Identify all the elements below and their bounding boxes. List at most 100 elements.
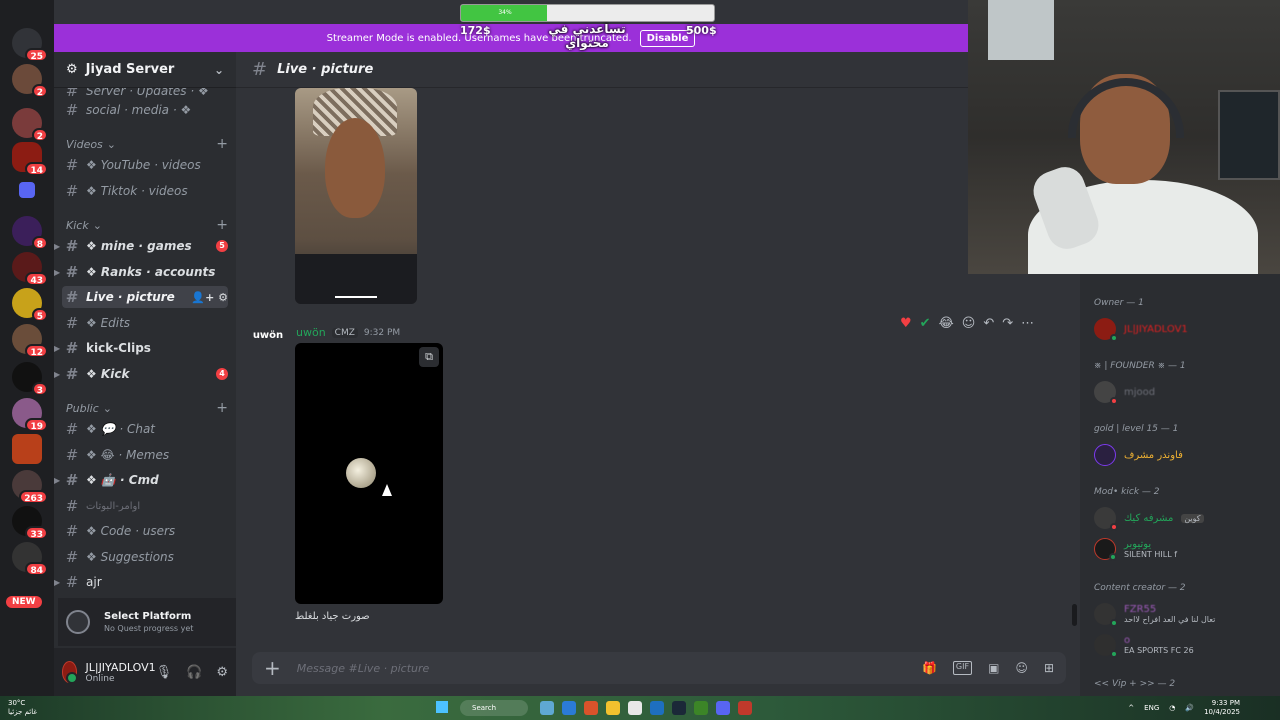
add-channel-icon[interactable]: + [216,136,228,152]
unread-badge: 4 [216,368,228,380]
channel-mine-games[interactable]: ▶ # ❖ mine · games 5 [54,235,228,257]
category-public[interactable]: Public ⌄ + [66,400,228,416]
gift-icon[interactable]: 🎁 [922,661,937,675]
chevron-down-icon: ⌄ [213,62,224,77]
channel-youtube-videos[interactable]: # ❖ YouTube · videos [62,154,228,176]
taskbar-search[interactable]: Search [460,700,528,716]
channel-cmd[interactable]: ▶ # ❖ 🤖 · Cmd [54,469,228,491]
message-image-selfie[interactable] [295,88,417,304]
member-item[interactable]: JL|JIYADLOV1 [1094,318,1188,342]
laugh-reaction-icon[interactable]: 😂 [939,316,954,331]
channel-ranks-accounts[interactable]: ▶ # ❖ Ranks · accounts [54,261,228,283]
server-icon[interactable]: 5 [12,288,48,322]
message-composer: + Message #Live · picture 🎁 GIF ▣ ☺ ⊞ [252,652,1066,684]
check-reaction-icon[interactable]: ✔ [920,316,931,331]
store-icon[interactable] [650,701,664,715]
scrollbar[interactable] [1072,604,1077,626]
member-item[interactable]: FZR55 تعال لنا في العد افراح لااحد [1094,603,1215,627]
member-item[interactable]: mjood [1094,381,1155,405]
microphone-icon[interactable]: 🎙 [156,665,173,680]
server-icon[interactable]: 12 [12,324,48,358]
server-icon[interactable]: 19 [12,398,48,432]
clock[interactable]: 9:33 PM 10/4/2025 [1204,699,1240,717]
expand-icon[interactable]: ⧉ [419,347,439,367]
author-avatar[interactable]: uwön [252,330,284,348]
server-icon[interactable]: 263 [12,470,48,504]
obs-icon[interactable] [738,701,752,715]
hash-icon: # [252,59,268,80]
discord-home-icon[interactable]: 25 [12,28,48,62]
channel-label: kick-Clips [86,341,151,355]
attach-plus-icon[interactable]: + [264,656,281,680]
category-videos[interactable]: Videos ⌄ + [66,136,228,152]
folder-icon[interactable] [19,182,35,198]
add-channel-icon[interactable]: + [216,217,228,233]
author-name[interactable]: uwön [296,326,326,339]
windows-start-icon[interactable] [436,701,448,713]
steam-icon[interactable] [672,701,686,715]
username[interactable]: JL|JIYADLOV1 [85,661,155,674]
channel-memes[interactable]: # ❖ 😂 · Memes [62,444,228,466]
headphones-icon[interactable]: 🎧 [186,665,202,680]
channel-tiktok-videos[interactable]: # ❖ Tiktok · videos [62,180,228,202]
message-input[interactable]: Message #Live · picture [297,662,430,675]
donation-progress-bar: 34% [460,4,715,22]
channel-ajr[interactable]: ▶ # ajr [54,571,228,593]
file-explorer-icon[interactable] [606,701,620,715]
channel-code-users[interactable]: # ❖ Code · users [62,520,228,542]
forward-icon[interactable]: ↷ [1002,316,1013,331]
add-reaction-icon[interactable]: ☺ [962,316,976,331]
server-icon[interactable]: 2 [12,108,48,142]
channel-bot-commands[interactable]: # اوامر-البوتات [62,495,228,517]
server-icon[interactable] [12,434,42,464]
wifi-icon[interactable]: ◔ [1169,704,1175,712]
brave-icon[interactable] [584,701,598,715]
server-icon[interactable]: 3 [12,362,48,396]
server-header[interactable]: ⚙ Jiyad Server ⌄ [54,52,236,88]
server-icon[interactable]: 33 [12,506,48,540]
server-icon[interactable]: 84 [12,542,48,576]
widgets-icon[interactable] [540,701,554,715]
channel-live-picture[interactable]: # Live · picture 👤+ ⚙ [62,286,228,308]
channel-settings-icons[interactable]: 👤+ ⚙ [191,291,228,304]
windows-taskbar: 30°C غائم جزئيا Search ^ ENG ◔ 🔊 9:33 PM… [0,696,1280,720]
server-icon-active[interactable]: 14 [12,142,48,176]
channel-social-media[interactable]: # social · media · ❖ [62,99,228,121]
lang-indicator[interactable]: ENG [1144,704,1159,712]
gif-icon[interactable]: GIF [952,661,973,675]
reply-icon[interactable]: ↶ [983,316,994,331]
edge-icon[interactable] [562,701,576,715]
channel-suggestions[interactable]: # ❖ Suggestions [62,546,228,568]
settings-gear-icon[interactable]: ⚙ [216,665,228,680]
heart-reaction-icon[interactable]: ♥ [900,316,912,331]
minecraft-icon[interactable] [694,701,708,715]
member-item[interactable]: فاوندر مشرف [1094,444,1183,466]
sticker-icon[interactable]: ▣ [988,661,999,675]
quest-panel[interactable]: Select Platform No Quest progress yet [58,598,236,646]
channel-kick-clips[interactable]: ▶ # kick-Clips [54,337,228,359]
category-kick[interactable]: Kick ⌄ + [66,217,228,233]
member-item[interactable]: ο EA SPORTS FC 26 [1094,634,1194,658]
avatar[interactable] [62,661,80,684]
emoji-icon[interactable]: ☺ [1015,661,1028,675]
member-group-header: Owner — 1 [1094,298,1144,308]
member-item[interactable]: يوتيوبر SILENT HILL f [1094,538,1177,561]
weather-widget[interactable]: 30°C غائم جزئيا [8,699,37,717]
server-icon[interactable]: 2 [12,64,48,98]
volume-icon[interactable]: 🔊 [1185,704,1194,712]
more-icon[interactable]: ⋯ [1021,316,1034,331]
channel-edits[interactable]: # ❖ Edits [62,312,228,334]
tray-chevron-icon[interactable]: ^ [1128,704,1134,712]
image-detail [335,296,377,298]
server-icon[interactable]: 43 [12,252,48,286]
channel-chat[interactable]: # ❖ 💬 · Chat [62,418,228,440]
message-image-moon[interactable]: ⧉ [295,343,443,604]
rail-badge: 19 [25,418,48,432]
member-item[interactable]: مشرفه كيك كوين [1094,507,1204,531]
channel-kick[interactable]: ▶ # ❖ Kick 4 [54,363,228,385]
discord-icon[interactable] [716,701,730,715]
notepad-icon[interactable] [628,701,642,715]
server-icon[interactable]: 8 [12,216,48,250]
apps-icon[interactable]: ⊞ [1044,661,1054,675]
add-channel-icon[interactable]: + [216,400,228,416]
